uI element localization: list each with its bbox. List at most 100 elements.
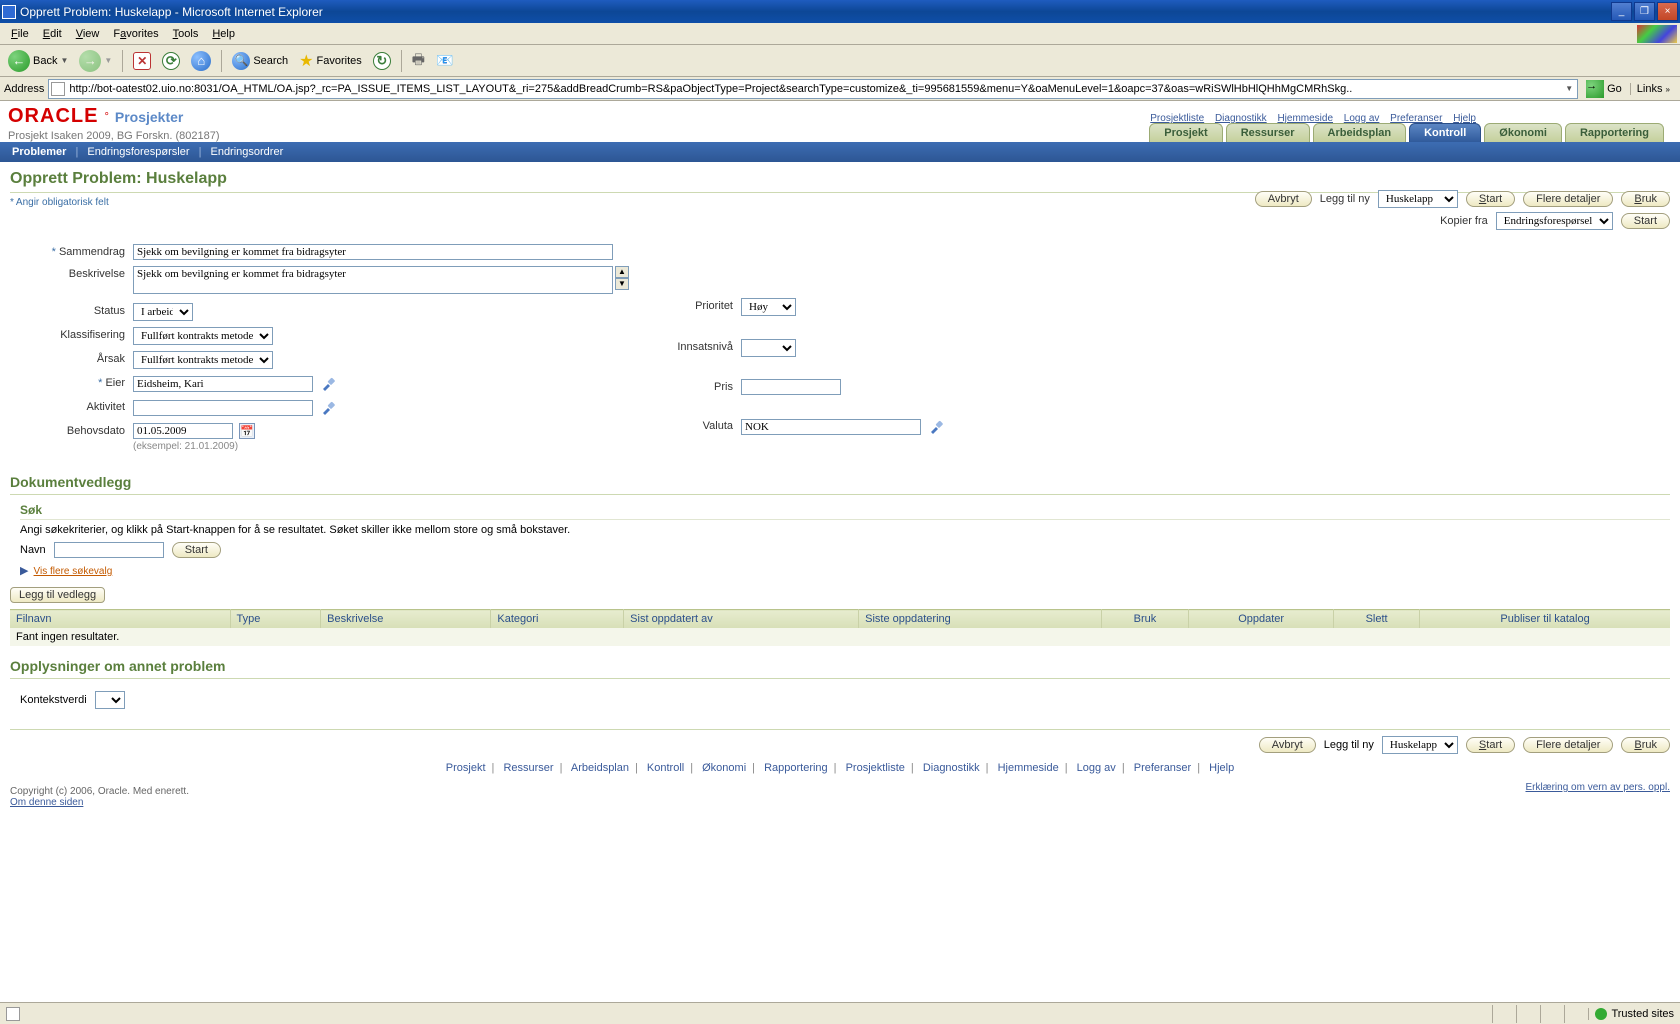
tab-arbeidsplan[interactable]: Arbeidsplan — [1313, 123, 1407, 142]
fl-kontroll[interactable]: Kontroll — [647, 762, 684, 774]
kopier-fra-select[interactable]: Endringsforespørsel — [1496, 212, 1613, 230]
address-label: Address — [4, 83, 44, 95]
th-filnavn[interactable]: Filnavn — [10, 610, 230, 629]
fl-prosjekt[interactable]: Prosjekt — [446, 762, 486, 774]
behovsdato-label: Behovsdato — [30, 423, 125, 437]
behovsdato-input[interactable] — [133, 423, 233, 439]
start-button[interactable]: Start — [1466, 191, 1515, 207]
ie-address-bar: Address http://bot-oatest02.uio.no:8031/… — [0, 77, 1680, 101]
arsak-select[interactable]: Fullført kontrakts metode — [133, 351, 273, 369]
th-oppdater[interactable]: Oppdater — [1189, 610, 1334, 629]
eier-input[interactable] — [133, 376, 313, 392]
address-dropdown[interactable]: ▼ — [1563, 84, 1575, 93]
security-zone: Trusted sites — [1588, 1008, 1674, 1020]
fl-arbeidsplan[interactable]: Arbeidsplan — [571, 762, 629, 774]
menu-help[interactable]: Help — [205, 26, 242, 42]
more-search-arrow-icon[interactable]: ▶ — [20, 565, 28, 577]
th-bruk[interactable]: Bruk — [1101, 610, 1189, 629]
go-button[interactable]: →Go — [1582, 80, 1626, 98]
fl-diagnostikk[interactable]: Diagnostikk — [923, 762, 980, 774]
links-section[interactable]: Links » — [1630, 83, 1676, 95]
bruk-button-bottom[interactable]: Bruk — [1621, 737, 1670, 753]
menu-favorites[interactable]: Favorites — [106, 26, 165, 42]
calendar-icon[interactable]: 📅 — [239, 423, 255, 439]
sok-hint: Angi søkekriterier, og klikk på Start-kn… — [20, 524, 1670, 536]
tab-okonomi[interactable]: Økonomi — [1484, 123, 1562, 142]
subnav-endringsordrer[interactable]: Endringsordrer — [210, 146, 283, 158]
subnav-problemer[interactable]: Problemer — [12, 146, 66, 158]
mail-button[interactable]: 📧 — [432, 49, 457, 73]
tab-kontroll[interactable]: Kontroll — [1409, 123, 1481, 142]
prioritet-select[interactable]: Høy — [741, 298, 796, 316]
menu-view[interactable]: View — [69, 26, 107, 42]
forward-button[interactable]: →▼ — [75, 49, 116, 73]
print-button[interactable]: 🖶 — [408, 49, 429, 73]
om-denne-siden-link[interactable]: Om denne siden — [10, 797, 83, 808]
stop-button[interactable]: ✕ — [129, 49, 155, 73]
sok-navn-input[interactable] — [54, 542, 164, 558]
th-sist-oppdatert-av[interactable]: Sist oppdatert av — [624, 610, 859, 629]
avbryt-button-bottom[interactable]: Avbryt — [1259, 737, 1316, 753]
flere-detaljer-button[interactable]: Flere detaljer — [1523, 191, 1613, 207]
search-button[interactable]: 🔍Search — [228, 49, 292, 73]
legg-til-ny-select[interactable]: Huskelapp — [1378, 190, 1458, 208]
sammendrag-input[interactable] — [133, 244, 613, 260]
fl-ressurser[interactable]: Ressurser — [503, 762, 553, 774]
th-kategori[interactable]: Kategori — [491, 610, 624, 629]
textarea-up-icon[interactable]: ▲ — [615, 266, 629, 278]
address-url[interactable]: http://bot-oatest02.uio.no:8031/OA_HTML/… — [69, 83, 1559, 95]
back-button[interactable]: ←Back▼ — [4, 49, 72, 73]
maximize-button[interactable]: ❐ — [1634, 2, 1655, 21]
tab-rapportering[interactable]: Rapportering — [1565, 123, 1664, 142]
favorites-button[interactable]: ★Favorites — [295, 49, 366, 73]
beskrivelse-textarea[interactable] — [133, 266, 613, 294]
refresh-button[interactable]: ⟳ — [158, 49, 184, 73]
menu-file[interactable]: File — [4, 26, 36, 42]
legg-til-ny-select-bottom[interactable]: Huskelapp — [1382, 736, 1458, 754]
textarea-down-icon[interactable]: ▼ — [615, 278, 629, 290]
fl-loggav[interactable]: Logg av — [1077, 762, 1116, 774]
valuta-label: Valuta — [653, 418, 733, 432]
tab-prosjekt[interactable]: Prosjekt — [1149, 123, 1222, 142]
flashlight-icon[interactable] — [319, 375, 337, 393]
flere-detaljer-button-bottom[interactable]: Flere detaljer — [1523, 737, 1613, 753]
th-beskrivelse[interactable]: Beskrivelse — [321, 610, 491, 629]
innsatsniva-select[interactable] — [741, 339, 796, 357]
fl-okonomi[interactable]: Økonomi — [702, 762, 746, 774]
fl-rapportering[interactable]: Rapportering — [764, 762, 828, 774]
menu-edit[interactable]: Edit — [36, 26, 69, 42]
fl-preferanser[interactable]: Preferanser — [1134, 762, 1191, 774]
tab-ressurser[interactable]: Ressurser — [1226, 123, 1310, 142]
fl-prosjektliste[interactable]: Prosjektliste — [846, 762, 905, 774]
kopier-start-button[interactable]: Start — [1621, 213, 1670, 229]
valuta-input[interactable] — [741, 419, 921, 435]
legg-til-vedlegg-button[interactable]: Legg til vedlegg — [10, 587, 105, 603]
start-button-bottom[interactable]: Start — [1466, 737, 1515, 753]
klassifisering-select[interactable]: Fullført kontrakts metode — [133, 327, 273, 345]
history-button[interactable]: ↻ — [369, 49, 395, 73]
kontekstverdi-select[interactable] — [95, 691, 125, 709]
bruk-button[interactable]: Bruk — [1621, 191, 1670, 207]
more-search-link[interactable]: Vis flere søkevalg — [34, 566, 113, 577]
fl-hjemmeside[interactable]: Hjemmeside — [998, 762, 1059, 774]
flashlight-icon[interactable] — [927, 418, 945, 436]
pris-input[interactable] — [741, 379, 841, 395]
flashlight-icon[interactable] — [319, 399, 337, 417]
home-button[interactable]: ⌂ — [187, 49, 215, 73]
subnav-endringsforesporsler[interactable]: Endringsforespørsler — [87, 146, 189, 158]
th-siste-oppdatering[interactable]: Siste oppdatering — [859, 610, 1102, 629]
th-publiser[interactable]: Publiser til katalog — [1420, 610, 1670, 629]
menu-tools[interactable]: Tools — [166, 26, 206, 42]
status-select[interactable]: I arbeid — [133, 303, 193, 321]
no-results-cell: Fant ingen resultater. — [10, 628, 1670, 646]
sok-start-button[interactable]: Start — [172, 542, 221, 558]
aktivitet-input[interactable] — [133, 400, 313, 416]
fl-hjelp[interactable]: Hjelp — [1209, 762, 1234, 774]
privacy-link[interactable]: Erklæring om vern av pers. oppl. — [1525, 782, 1670, 793]
close-button[interactable]: × — [1657, 2, 1678, 21]
pris-label: Pris — [653, 379, 733, 393]
th-type[interactable]: Type — [230, 610, 321, 629]
th-slett[interactable]: Slett — [1334, 610, 1420, 629]
minimize-button[interactable]: _ — [1611, 2, 1632, 21]
avbryt-button[interactable]: Avbryt — [1255, 191, 1312, 207]
